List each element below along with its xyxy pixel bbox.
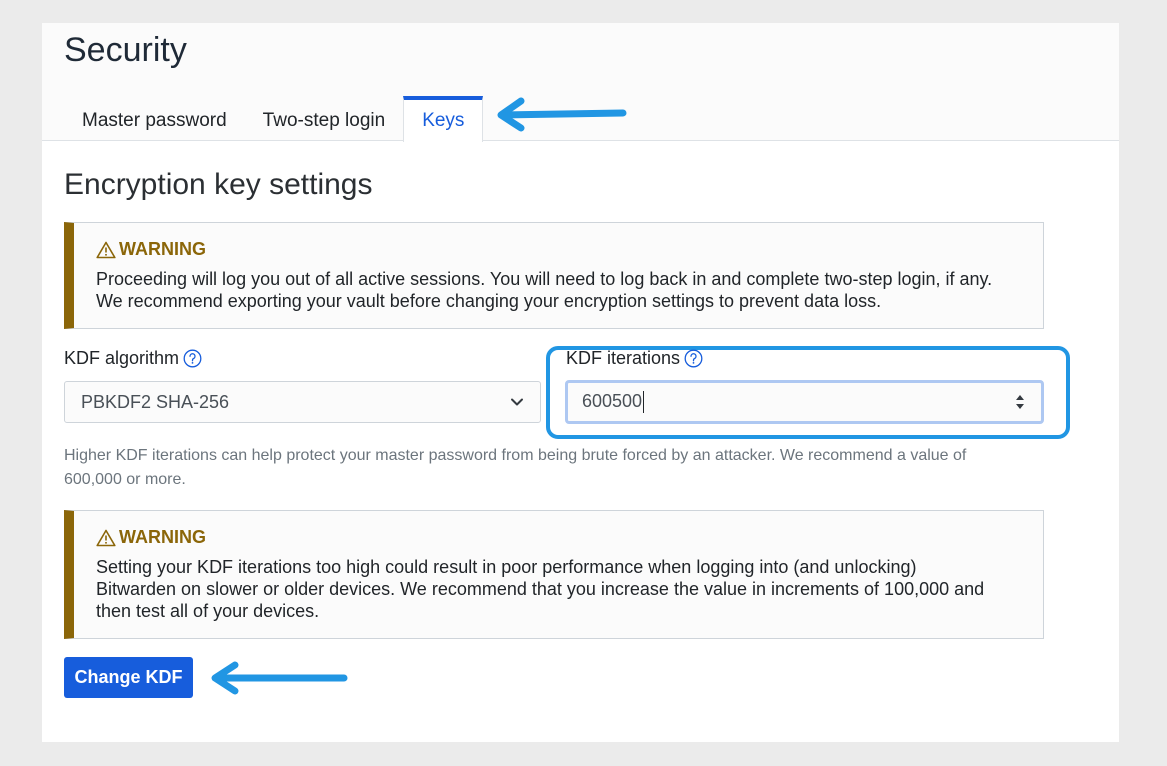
warning-callout-sessions: WARNING Proceeding will log you out of a… [64,222,1044,329]
warning-title: WARNING [119,239,206,259]
help-circle-icon[interactable] [183,349,202,368]
tab-two-step-login[interactable]: Two-step login [245,96,404,142]
warning-line: We recommend exporting your vault before… [96,291,882,311]
kdf-iterations-label-text: KDF iterations [566,348,681,368]
tab-bar: Master password Two-step login Keys [64,96,484,142]
kdf-iterations-value: 600500 [582,390,643,411]
kdf-algorithm-value: PBKDF2 SHA-256 [81,391,230,412]
kdf-algorithm-label: KDF algorithm [64,348,202,369]
warning-title: WARNING [119,527,206,547]
warning-line: Setting your KDF iterations too high cou… [96,557,917,577]
kdf-iterations-label: KDF iterations [566,348,703,369]
number-spinner-icon[interactable] [1013,391,1027,413]
tab-keys[interactable]: Keys [403,96,484,142]
section-title: Encryption key settings [64,168,373,201]
annotation-arrow-icon [211,661,348,695]
warning-text: Setting your KDF iterations too high cou… [96,556,1021,622]
warning-callout-performance: WARNING Setting your KDF iterations too … [64,510,1044,639]
annotation-arrow-icon [497,97,627,132]
kdf-algorithm-label-text: KDF algorithm [64,348,180,368]
kdf-iterations-hint: Higher KDF iterations can help protect y… [64,447,967,488]
warning-callout-header: WARNING [96,527,1021,548]
page-title: Security [64,31,187,69]
kdf-iterations-value-wrap: 600500 [582,390,645,414]
text-cursor [643,391,645,414]
warning-callout-header: WARNING [96,239,1021,260]
warning-text: Proceeding will log you out of all activ… [96,268,1021,312]
warning-triangle-icon [96,529,116,547]
change-kdf-button[interactable]: Change KDF [64,657,193,698]
tab-master-password[interactable]: Master password [64,96,245,142]
chevron-down-icon [510,397,524,407]
warning-triangle-icon [96,241,116,259]
warning-line: then test all of your devices. [96,601,320,621]
warning-line: Bitwarden on slower or older devices. We… [96,579,985,599]
kdf-algorithm-select[interactable]: PBKDF2 SHA-256 [64,381,541,423]
help-circle-icon[interactable] [684,349,703,368]
kdf-iterations-input[interactable]: 600500 [565,380,1044,424]
warning-line: Proceeding will log you out of all activ… [96,269,993,289]
